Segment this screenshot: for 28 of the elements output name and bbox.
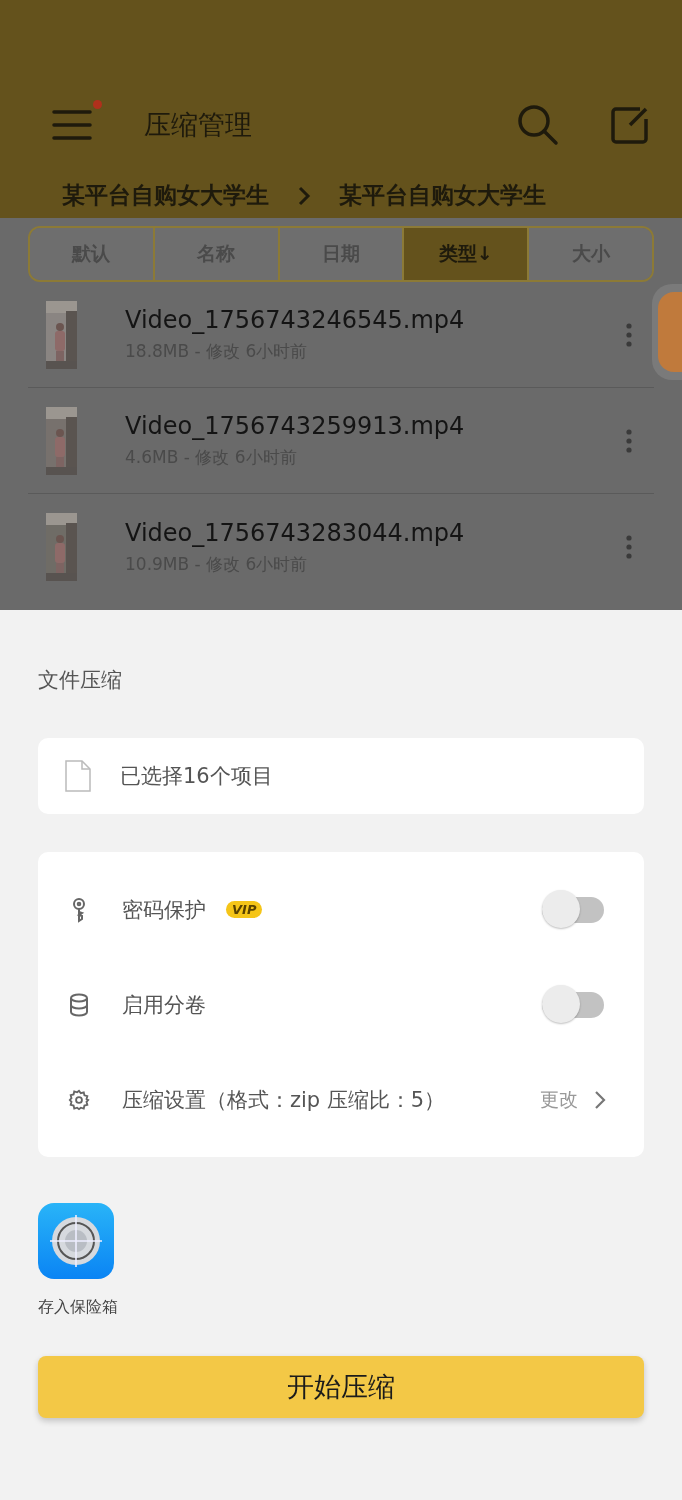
option-label: 启用分卷	[122, 991, 206, 1019]
page-title: 压缩管理	[144, 108, 253, 142]
file-icon	[64, 759, 92, 793]
safe-icon	[38, 1203, 114, 1279]
option-label: 密码保护	[122, 896, 206, 924]
chevron-right-icon	[594, 1089, 606, 1110]
menu-icon[interactable]	[52, 108, 92, 142]
file-name[interactable]: Video_1756743259913.mp4	[125, 412, 626, 440]
edit-icon[interactable]	[610, 105, 650, 145]
breadcrumb-item[interactable]: 某平台自购女大学生	[339, 180, 546, 211]
more-icon[interactable]	[626, 535, 632, 559]
floating-button[interactable]	[652, 284, 682, 380]
vault-button[interactable]: 存入保险箱	[38, 1203, 134, 1318]
sort-tab[interactable]: 类型↓	[402, 228, 528, 280]
breadcrumb-item[interactable]: 某平台自购女大学生	[62, 180, 269, 211]
start-compress-button[interactable]: 开始压缩	[38, 1356, 644, 1418]
selection-count: 已选择16个项目	[120, 763, 273, 790]
search-icon[interactable]	[516, 103, 560, 147]
vip-badge: VIP	[226, 901, 263, 918]
file-name[interactable]: Video_1756743246545.mp4	[125, 306, 626, 334]
option-label: 压缩设置（格式：zip 压缩比：5）	[122, 1086, 446, 1114]
sheet-title: 文件压缩	[38, 667, 123, 694]
file-name[interactable]: Video_1756743283044.mp4	[125, 518, 626, 547]
chevron-right-icon	[297, 184, 311, 207]
more-icon[interactable]	[626, 322, 632, 347]
more-icon[interactable]	[626, 428, 632, 453]
database-icon	[68, 991, 90, 1018]
change-link[interactable]: 更改	[540, 1086, 606, 1113]
